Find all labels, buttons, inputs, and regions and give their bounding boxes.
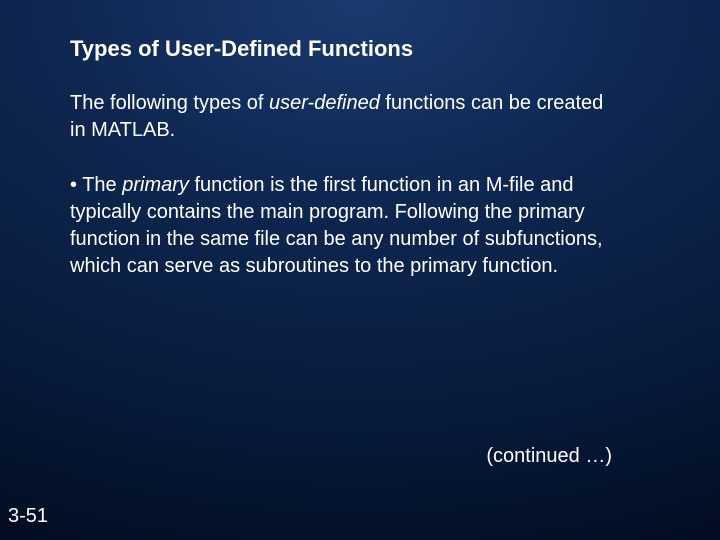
continued-label: (continued …) (486, 445, 612, 468)
intro-paragraph: The following types of user-defined func… (70, 90, 672, 144)
bullet-icon: • (70, 174, 77, 196)
slide: Types of User-Defined Functions The foll… (0, 0, 720, 540)
bullet-item: • The primary function is the first func… (70, 172, 672, 280)
slide-title: Types of User-Defined Functions (70, 36, 672, 62)
page-number: 3-51 (8, 505, 48, 528)
intro-text-italic: user-defined (269, 92, 380, 114)
intro-text-pre: The following types of (70, 92, 269, 114)
bullet-text-pre: The (77, 174, 122, 196)
bullet-text-italic: primary (122, 174, 189, 196)
